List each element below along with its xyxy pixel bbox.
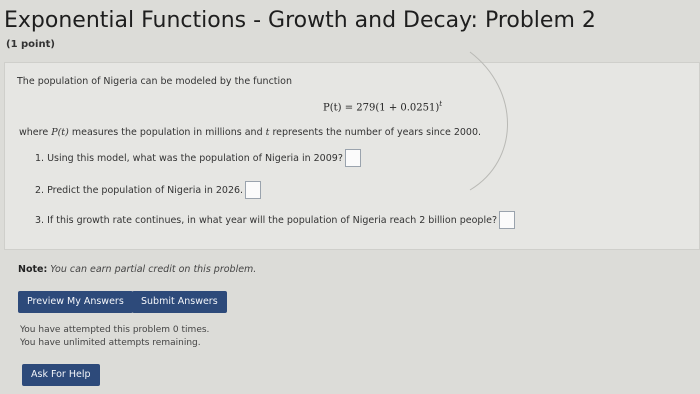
question-3-answer-input[interactable] — [499, 211, 515, 229]
where-var-p: P(t) — [51, 127, 69, 138]
question-2-answer-input[interactable] — [245, 181, 262, 199]
attempts-line-2: You have unlimited attempts remaining. — [20, 338, 201, 348]
note: Note: You can earn partial credit on thi… — [18, 264, 256, 275]
where-text-2: measures the population in millions and — [68, 127, 266, 138]
problem-intro: The population of Nigeria can be modeled… — [17, 76, 292, 87]
preview-answers-button[interactable]: Preview My Answers — [18, 291, 133, 313]
question-1: 1. Using this model, what was the popula… — [35, 149, 361, 167]
question-1-label: 1. Using this model, what was the popula… — [35, 152, 343, 164]
question-2-label: 2. Predict the population of Nigeria in … — [35, 184, 244, 196]
submit-answers-button[interactable]: Submit Answers — [132, 291, 227, 313]
question-1-answer-input[interactable] — [344, 149, 361, 167]
question-3: 3. If this growth rate continues, in wha… — [35, 211, 515, 229]
question-3-label: 3. If this growth rate continues, in wha… — [35, 214, 497, 226]
note-label: Note: — [18, 264, 48, 275]
problem-container: The population of Nigeria can be modeled… — [4, 62, 700, 250]
page-title: Exponential Functions - Growth and Decay… — [4, 8, 596, 33]
formula: P(t) = 279(1 + 0.0251)t — [323, 100, 442, 113]
formula-main: P(t) = 279(1 + 0.0251) — [323, 102, 440, 114]
points-label: (1 point) — [6, 39, 55, 50]
attempts-line-1: You have attempted this problem 0 times. — [20, 325, 210, 335]
formula-exponent: t — [439, 100, 443, 108]
attempts-info: You have attempted this problem 0 times.… — [20, 324, 209, 350]
variable-description: where P(t) measures the population in mi… — [19, 127, 481, 138]
question-2: 2. Predict the population of Nigeria in … — [35, 181, 262, 199]
note-text: You can earn partial credit on this prob… — [47, 264, 257, 275]
where-text-1: where — [19, 127, 52, 138]
ask-for-help-button[interactable]: Ask For Help — [22, 364, 100, 386]
where-text-3: represents the number of years since 200… — [269, 127, 482, 138]
